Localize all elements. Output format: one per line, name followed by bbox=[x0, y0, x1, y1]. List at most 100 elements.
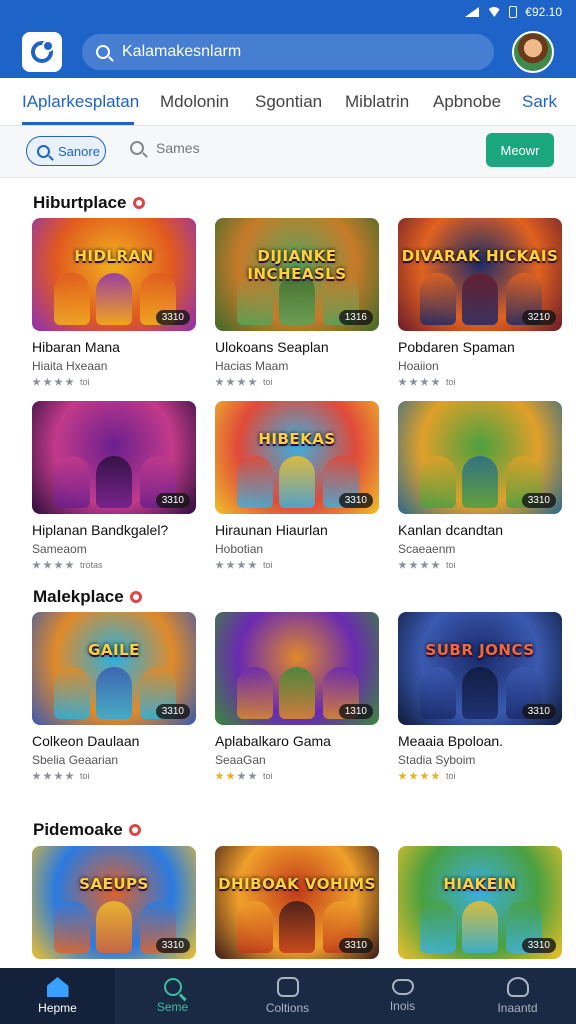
game-card[interactable]: 3310 Hiplanan Bandkgalel? Sameaom trotas bbox=[32, 401, 196, 570]
star-icon bbox=[237, 771, 246, 780]
price-pill: 3310 bbox=[521, 938, 556, 953]
game-card[interactable]: DHIBOAK VOHIMS 3310 bbox=[215, 846, 379, 959]
rating-count: toi bbox=[446, 377, 456, 387]
nav-label: Inaantd bbox=[497, 1001, 538, 1015]
filter-chip-active[interactable]: Sanore bbox=[26, 136, 106, 166]
top-app-bar: €92.10 bbox=[0, 0, 576, 78]
game-thumbnail[interactable]: DIJIANKE INCHEASLS 1316 bbox=[215, 218, 379, 331]
nav-search[interactable]: Seme bbox=[115, 968, 230, 1024]
battery-icon bbox=[509, 6, 518, 18]
star-icon bbox=[431, 377, 440, 386]
nav-profile[interactable]: Inaantd bbox=[460, 968, 575, 1024]
nav-home[interactable]: Hepme bbox=[0, 968, 115, 1024]
game-card[interactable]: GAILE 3310 Colkeon Daulaan Sbelia Geaarian t… bbox=[32, 612, 196, 781]
game-title[interactable]: Hiraunan Hiaurlan bbox=[215, 522, 379, 538]
status-time: €92.10 bbox=[525, 5, 562, 19]
game-thumbnail[interactable]: 1310 bbox=[215, 612, 379, 725]
character-figure bbox=[96, 456, 132, 508]
price-pill: 1310 bbox=[338, 704, 373, 719]
game-card[interactable]: HIBEKAS 3310 Hiraunan Hiaurlan Hobotian toi bbox=[215, 401, 379, 570]
category-tabs: IAplarkesplatan Mdolonin Sgontian Miblat… bbox=[0, 78, 576, 126]
star-rating: toi bbox=[215, 377, 379, 387]
filter-chip-label: Sanore bbox=[58, 143, 100, 159]
app-logo-icon[interactable] bbox=[22, 32, 62, 72]
tab-marketplace[interactable]: IAplarkesplatan bbox=[22, 92, 139, 112]
game-title[interactable]: Ulokoans Seaplan bbox=[215, 339, 379, 355]
character-figure bbox=[279, 901, 315, 953]
game-thumbnail[interactable]: 3310 bbox=[398, 401, 562, 514]
star-icon bbox=[226, 771, 235, 780]
nav-label: Seme bbox=[156, 1000, 189, 1014]
section-title: Pidemoake bbox=[33, 820, 141, 840]
star-icon bbox=[409, 560, 418, 569]
game-thumbnail[interactable]: 3310 bbox=[32, 401, 196, 514]
game-thumbnail[interactable]: HIBEKAS 3310 bbox=[215, 401, 379, 514]
game-card[interactable]: SAEUPS 3310 bbox=[32, 846, 196, 959]
filter-chip[interactable]: Sames bbox=[130, 140, 200, 156]
price-pill: 3310 bbox=[521, 704, 556, 719]
avatar[interactable] bbox=[512, 31, 554, 73]
star-rating: toi bbox=[215, 771, 379, 781]
game-thumbnail[interactable]: DIVARAK HICKAIS 3210 bbox=[398, 218, 562, 331]
character-figure bbox=[54, 273, 90, 325]
game-card[interactable]: HIAKEIN 3310 bbox=[398, 846, 562, 959]
game-art-title: DIVARAK HICKAIS bbox=[401, 247, 559, 266]
nav-collections[interactable]: Coltions bbox=[230, 968, 345, 1024]
nav-games[interactable]: Inois bbox=[345, 968, 460, 1024]
game-title[interactable]: Kanlan dcandtan bbox=[398, 522, 562, 538]
game-thumbnail[interactable]: HIAKEIN 3310 bbox=[398, 846, 562, 959]
star-icon bbox=[398, 377, 407, 386]
character-figure bbox=[420, 273, 456, 325]
game-title[interactable]: Aplabalkaro Gama bbox=[215, 733, 379, 749]
gamepad-icon bbox=[391, 979, 414, 995]
new-button[interactable]: Meowr bbox=[486, 133, 554, 167]
tab-4[interactable]: Miblatrin bbox=[345, 92, 409, 112]
game-card[interactable]: HIDLRAN 3310 Hibaran Mana Hiaita Hxeaan toi bbox=[32, 218, 196, 387]
star-icon bbox=[43, 377, 52, 386]
game-card[interactable]: DIVARAK HICKAIS 3210 Pobdaren Spaman Hoaiio… bbox=[398, 218, 562, 387]
tab-3[interactable]: Sgontian bbox=[255, 92, 322, 112]
character-figure bbox=[462, 901, 498, 953]
game-title[interactable]: Hiplanan Bandkgalel? bbox=[32, 522, 196, 538]
game-thumbnail[interactable]: HIDLRAN 3310 bbox=[32, 218, 196, 331]
search-bar[interactable] bbox=[82, 34, 494, 70]
game-subtitle: Stadia Syboim bbox=[398, 753, 476, 767]
game-title[interactable]: Meaaia Bpoloan. bbox=[398, 733, 562, 749]
game-card[interactable]: 1310 Aplabalkaro Gama SeaaGan toi bbox=[215, 612, 379, 781]
game-card[interactable]: SUBR JONCS 3310 Meaaia Bpoloan. Stadia Sybo… bbox=[398, 612, 562, 781]
character-figure bbox=[420, 667, 456, 719]
tab-5[interactable]: Apbnobe bbox=[433, 92, 501, 112]
game-art-title: HIAKEIN bbox=[443, 875, 517, 894]
star-icon bbox=[237, 377, 246, 386]
star-icon bbox=[54, 560, 63, 569]
game-art-title: HIDLRAN bbox=[74, 247, 154, 266]
featured-badge-icon bbox=[128, 824, 141, 836]
search-icon bbox=[163, 978, 182, 996]
star-icon bbox=[248, 560, 257, 569]
character-figure bbox=[237, 901, 273, 953]
wifi-icon bbox=[487, 7, 502, 17]
game-title[interactable]: Pobdaren Spaman bbox=[398, 339, 562, 355]
game-art-title: DIJIANKE INCHEASLS bbox=[247, 247, 347, 284]
game-card[interactable]: 3310 Kanlan dcandtan Scaeaenm toi bbox=[398, 401, 562, 570]
star-icon bbox=[420, 377, 429, 386]
star-icon bbox=[226, 560, 235, 569]
game-thumbnail[interactable]: SAEUPS 3310 bbox=[32, 846, 196, 959]
game-card[interactable]: DIJIANKE INCHEASLS 1316 Ulokoans Seaplan Ha… bbox=[215, 218, 379, 387]
game-subtitle: Hacias Maam bbox=[215, 359, 289, 373]
tab-6[interactable]: Sark bbox=[522, 92, 557, 112]
character-figure bbox=[54, 667, 90, 719]
game-art-title: GAILE bbox=[88, 641, 140, 660]
game-thumbnail[interactable]: GAILE 3310 bbox=[32, 612, 196, 725]
search-icon bbox=[96, 45, 110, 59]
character-figure bbox=[237, 456, 273, 508]
price-pill: 3310 bbox=[338, 493, 373, 508]
tab-2[interactable]: Mdolonin bbox=[160, 92, 229, 112]
game-title[interactable]: Colkeon Daulaan bbox=[32, 733, 196, 749]
search-input[interactable] bbox=[122, 43, 462, 61]
game-thumbnail[interactable]: DHIBOAK VOHIMS 3310 bbox=[215, 846, 379, 959]
character-figure bbox=[462, 456, 498, 508]
game-title[interactable]: Hibaran Mana bbox=[32, 339, 196, 355]
game-thumbnail[interactable]: SUBR JONCS 3310 bbox=[398, 612, 562, 725]
filter-chip-label: Sames bbox=[156, 140, 200, 156]
